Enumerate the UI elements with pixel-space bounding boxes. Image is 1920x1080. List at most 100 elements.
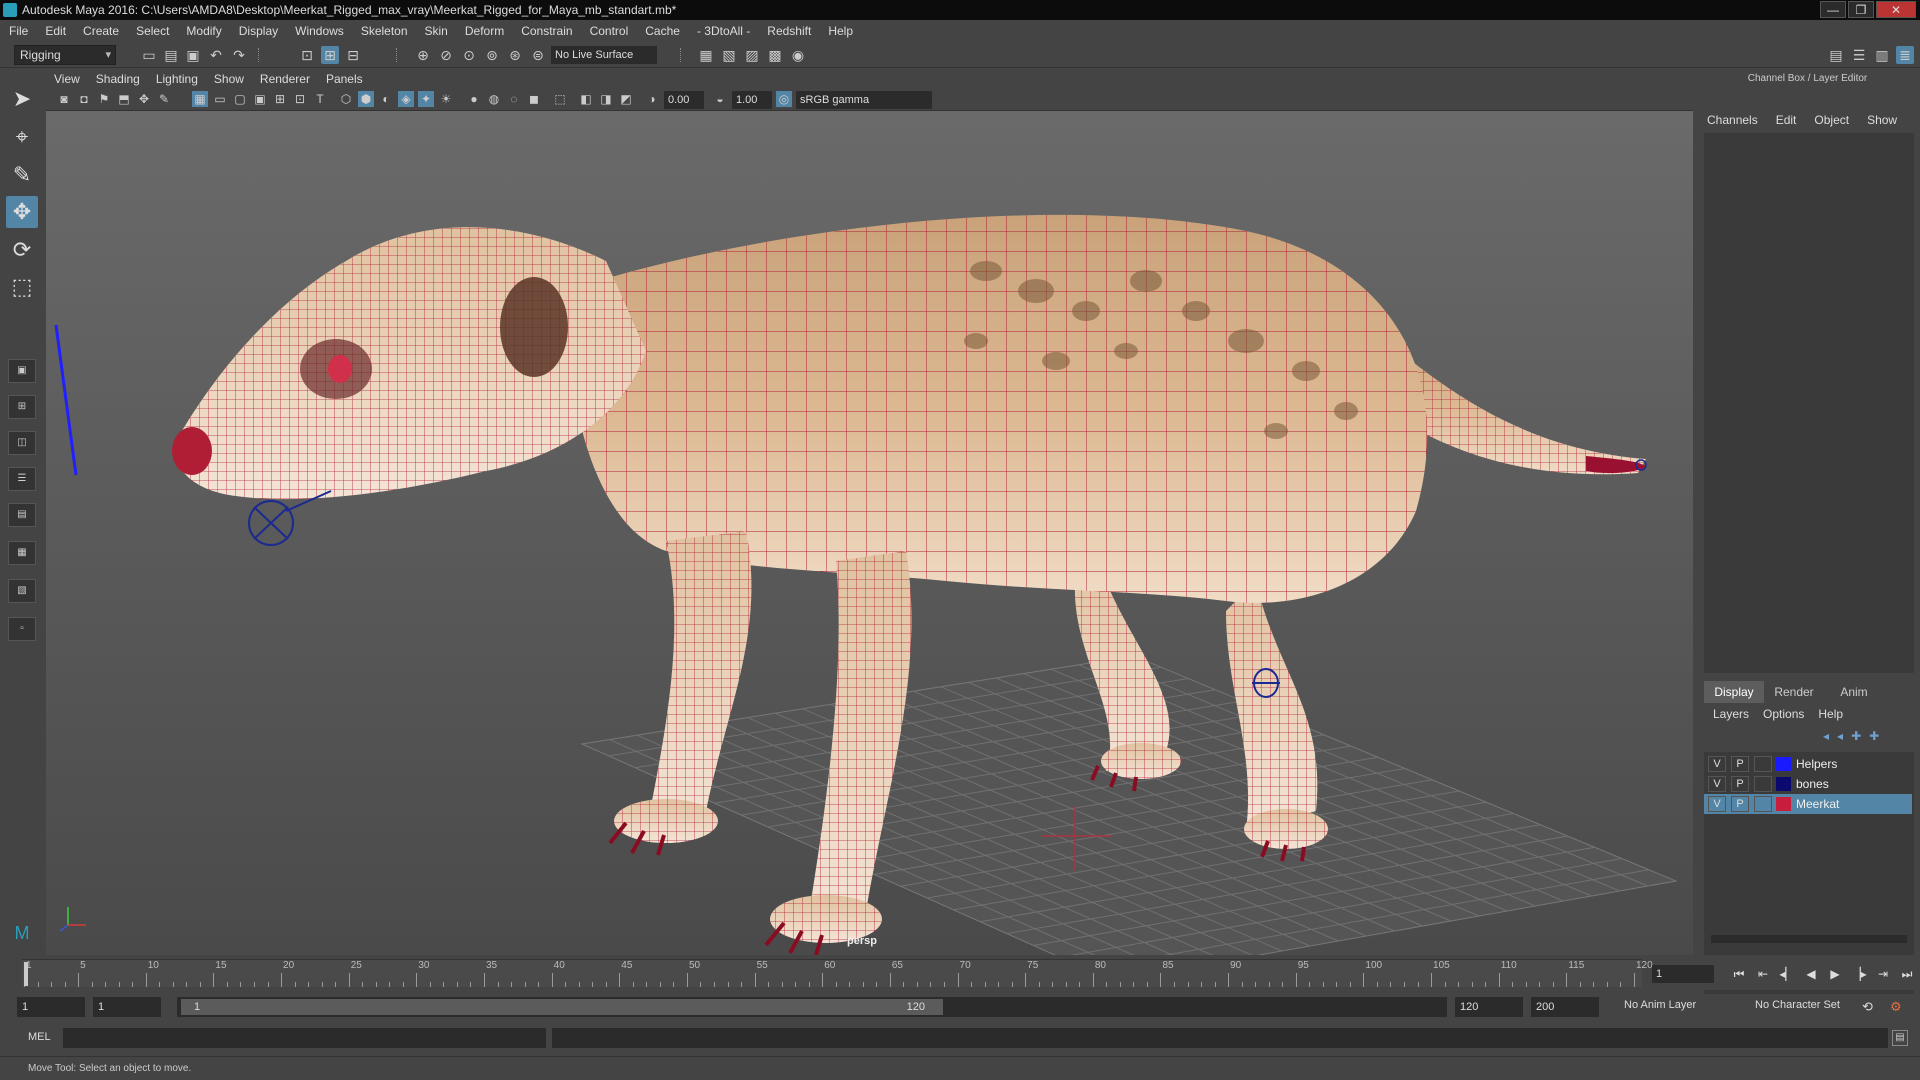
menu-constrain[interactable]: Constrain: [521, 24, 572, 38]
menu-display[interactable]: Display: [239, 24, 278, 38]
new-layer-selected-icon[interactable]: ✚: [1869, 729, 1879, 743]
layer-row-bones[interactable]: V P bones: [1704, 774, 1912, 794]
current-frame-field[interactable]: 1: [1652, 965, 1714, 983]
snap-grid-icon[interactable]: ⊕: [414, 46, 432, 64]
depth-of-field-icon[interactable]: ◼: [526, 91, 542, 107]
layer-row-helpers[interactable]: V P Helpers: [1704, 754, 1912, 774]
menu-deform[interactable]: Deform: [465, 24, 504, 38]
resolution-gate-icon[interactable]: ▢: [232, 91, 248, 107]
step-back-frame-icon[interactable]: ◂▏: [1778, 965, 1796, 983]
cb-menu-show[interactable]: Show: [1867, 113, 1897, 127]
modeling-toolkit-icon[interactable]: ▤: [1827, 46, 1845, 64]
color-space-dropdown[interactable]: sRGB gamma: [796, 91, 932, 109]
undo-icon[interactable]: ↶: [207, 46, 225, 64]
motion-blur-icon[interactable]: ◍: [486, 91, 502, 107]
vp-menu-show[interactable]: Show: [214, 72, 244, 86]
channel-box-icon[interactable]: ≣: [1896, 46, 1914, 64]
layer-playback-toggle[interactable]: P: [1731, 796, 1749, 812]
select-tool-icon[interactable]: ➤: [6, 83, 38, 115]
exposure-field[interactable]: 0.00: [664, 91, 704, 109]
use-all-lights-icon[interactable]: ✦: [418, 91, 434, 107]
layer-playback-toggle[interactable]: P: [1731, 756, 1749, 772]
layout-extra-icon[interactable]: ▧: [8, 579, 36, 603]
le-menu-help[interactable]: Help: [1818, 707, 1843, 721]
camera-attr-icon[interactable]: ◘: [76, 91, 92, 107]
layer-color-swatch[interactable]: [1776, 777, 1791, 791]
go-to-start-icon[interactable]: ⏮: [1730, 965, 1748, 983]
animation-end-field[interactable]: 200: [1531, 997, 1599, 1017]
grid-toggle-icon[interactable]: ▦: [192, 91, 208, 107]
cb-menu-object[interactable]: Object: [1814, 113, 1849, 127]
menu-help[interactable]: Help: [828, 24, 853, 38]
layer-visibility-toggle[interactable]: V: [1708, 756, 1726, 772]
snap-surface-icon[interactable]: ⊛: [506, 46, 524, 64]
time-slider[interactable]: 1 5 10 15 20 25 30 35 40 45 50 55 60 65 70 75 80 85 90 95 10…: [0, 955, 1920, 990]
scale-tool-icon[interactable]: ⬚: [6, 271, 38, 303]
menu-redshift[interactable]: Redshift: [767, 24, 811, 38]
ipr-render-icon[interactable]: ▩: [766, 46, 784, 64]
move-layer-up-icon[interactable]: ◂: [1823, 729, 1829, 743]
anti-aliasing-icon[interactable]: ◌: [506, 91, 522, 107]
xray-components-icon[interactable]: ◩: [618, 91, 634, 107]
gate-mask-icon[interactable]: ▣: [252, 91, 268, 107]
new-layer-icon[interactable]: ✚: [1851, 729, 1861, 743]
field-chart-icon[interactable]: ⊞: [272, 91, 288, 107]
rotate-tool-icon[interactable]: ⟳: [6, 234, 38, 266]
live-surface-field[interactable]: No Live Surface: [551, 46, 657, 64]
current-frame-marker[interactable]: [24, 962, 28, 986]
menu-3dtoall[interactable]: - 3DtoAll -: [697, 24, 750, 38]
gamma-field[interactable]: 1.00: [732, 91, 772, 109]
exposure-icon[interactable]: ◑: [644, 91, 660, 107]
snap-point-icon[interactable]: ⊙: [460, 46, 478, 64]
layout-hypergraph-icon[interactable]: ▦: [8, 541, 36, 565]
menu-control[interactable]: Control: [590, 24, 629, 38]
render-settings-icon[interactable]: ▦: [697, 46, 715, 64]
wireframe-icon[interactable]: ⬡: [338, 91, 354, 107]
2d-pan-icon[interactable]: ✥: [136, 91, 152, 107]
xray-icon[interactable]: ◧: [578, 91, 594, 107]
le-menu-options[interactable]: Options: [1763, 707, 1804, 721]
step-back-key-icon[interactable]: ⇤: [1754, 965, 1772, 983]
camera-select-icon[interactable]: ◙: [56, 91, 72, 107]
film-gate-icon[interactable]: ▭: [212, 91, 228, 107]
menu-file[interactable]: File: [9, 24, 28, 38]
playback-start-field[interactable]: 1: [93, 997, 161, 1017]
menu-modify[interactable]: Modify: [186, 24, 221, 38]
minimize-button[interactable]: —: [1820, 1, 1846, 18]
tab-render[interactable]: Render: [1764, 681, 1824, 703]
range-handle[interactable]: 1 120: [181, 999, 943, 1015]
render-current-icon[interactable]: ▨: [743, 46, 761, 64]
layer-visibility-toggle[interactable]: V: [1708, 776, 1726, 792]
play-forwards-icon[interactable]: ▶: [1826, 965, 1844, 983]
tab-display[interactable]: Display: [1704, 681, 1764, 703]
vp-menu-renderer[interactable]: Renderer: [260, 72, 310, 86]
xray-joints-icon[interactable]: ◨: [598, 91, 614, 107]
tab-anim[interactable]: Anim: [1824, 681, 1884, 703]
ssao-icon[interactable]: ●: [466, 91, 482, 107]
vp-menu-lighting[interactable]: Lighting: [156, 72, 198, 86]
menu-skin[interactable]: Skin: [425, 24, 448, 38]
paint-tool-icon[interactable]: ✎: [6, 159, 38, 191]
step-forward-frame-icon[interactable]: ▕▸: [1850, 965, 1868, 983]
move-layer-down-icon[interactable]: ◂: [1837, 729, 1843, 743]
maximize-button[interactable]: ❐: [1848, 1, 1874, 18]
grease-pencil-icon[interactable]: ✎: [156, 91, 172, 107]
menu-cache[interactable]: Cache: [645, 24, 680, 38]
viewport-panel[interactable]: View Shading Lighting Show Renderer Pane…: [46, 69, 1693, 955]
menu-skeleton[interactable]: Skeleton: [361, 24, 408, 38]
new-scene-icon[interactable]: ▭: [140, 46, 158, 64]
move-tool-icon[interactable]: ✥: [6, 196, 38, 228]
color-management-icon[interactable]: ◎: [776, 91, 792, 107]
play-backwards-icon[interactable]: ◀: [1802, 965, 1820, 983]
gamma-icon[interactable]: ◒: [712, 91, 728, 107]
vp-menu-panels[interactable]: Panels: [326, 72, 363, 86]
safe-title-icon[interactable]: T: [312, 91, 328, 107]
script-language-toggle[interactable]: MEL: [28, 1031, 51, 1043]
command-input[interactable]: [63, 1028, 546, 1048]
lasso-tool-icon[interactable]: ⌖: [6, 121, 38, 153]
layer-color-swatch[interactable]: [1776, 797, 1791, 811]
menu-windows[interactable]: Windows: [295, 24, 344, 38]
select-hierarchy-icon[interactable]: ⊡: [298, 46, 316, 64]
menu-edit[interactable]: Edit: [45, 24, 66, 38]
menu-set-dropdown[interactable]: Rigging: [14, 45, 116, 65]
